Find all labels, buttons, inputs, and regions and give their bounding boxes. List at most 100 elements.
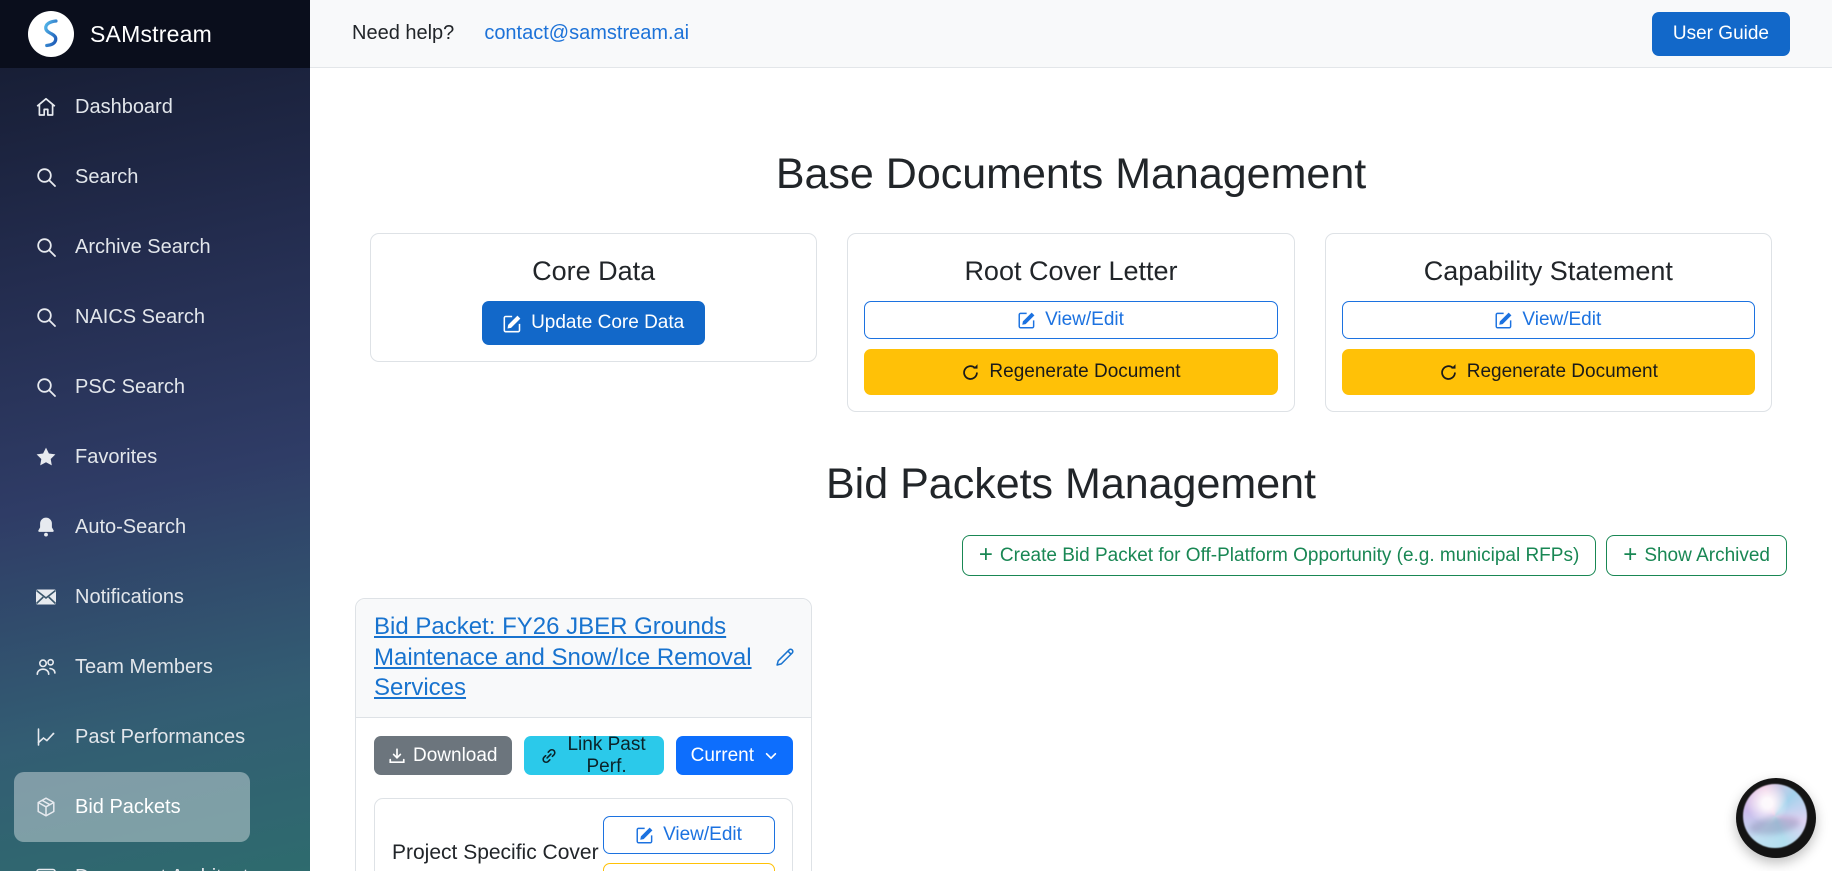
bid-packet-title-link[interactable]: Bid Packet: FY26 JBER Grounds Maintenace… — [374, 613, 752, 701]
samstream-s-swirl-icon — [34, 17, 68, 51]
core-data-card: Core Data Update Core Data — [370, 233, 817, 362]
chart-line-icon — [34, 725, 58, 749]
sidebar-header: SAMstream — [0, 0, 310, 68]
sidebar-item-label: Archive Search — [75, 236, 211, 259]
bid-packet-buttons: Download Link Past Perf. Current — [374, 736, 793, 775]
link-past-perf-button[interactable]: Link Past Perf. — [524, 736, 664, 775]
envelope-icon — [34, 585, 58, 609]
packet-document-row: Project Specific Cover Letter View/Edit — [374, 798, 793, 871]
view-edit-label: View/Edit — [663, 824, 742, 846]
root-cover-letter-title: Root Cover Letter — [864, 256, 1277, 287]
update-core-data-label: Update Core Data — [531, 312, 684, 334]
plus-icon: + — [1623, 543, 1637, 567]
sidebar-item-document-architect[interactable]: Document Architect — [14, 842, 250, 871]
document-buttons: View/Edit — [603, 816, 775, 871]
window-icon — [34, 865, 58, 871]
topbar: Need help? contact@samstream.ai User Gui… — [310, 0, 1832, 68]
plus-icon: + — [979, 543, 993, 567]
sidebar-item-archive-search[interactable]: Archive Search — [14, 212, 250, 282]
sidebar-item-dashboard[interactable]: Dashboard — [14, 72, 250, 142]
sidebar-item-label: Past Performances — [75, 726, 245, 749]
core-data-title: Core Data — [387, 256, 800, 287]
sidebar-item-search[interactable]: Search — [14, 142, 250, 212]
edit-title-pencil-icon[interactable] — [773, 646, 797, 670]
capability-statement-title: Capability Statement — [1342, 256, 1755, 287]
sidebar-nav: Dashboard Search Archive Search NAICS Se… — [0, 68, 310, 871]
link-icon — [540, 747, 558, 765]
bell-icon — [34, 515, 58, 539]
sidebar-item-label: Dashboard — [75, 96, 173, 119]
capability-statement-view-edit-button[interactable]: View/Edit — [1342, 301, 1755, 339]
sidebar-item-team-members[interactable]: Team Members — [14, 632, 250, 702]
sidebar: SAMstream Dashboard Search Archive Searc… — [0, 0, 310, 871]
right-column: Need help? contact@samstream.ai User Gui… — [310, 0, 1832, 871]
download-icon — [388, 747, 406, 765]
sidebar-item-label: Document Architect — [75, 866, 248, 871]
home-icon — [34, 95, 58, 119]
link-past-perf-label: Link Past Perf. — [566, 734, 648, 778]
view-edit-label: View/Edit — [1522, 309, 1601, 331]
sidebar-item-label: Search — [75, 166, 138, 189]
regenerate-label: Regenerate Document — [1467, 361, 1658, 383]
pencil-square-icon — [1018, 311, 1036, 329]
root-cover-letter-view-edit-button[interactable]: View/Edit — [864, 301, 1277, 339]
sidebar-item-label: NAICS Search — [75, 306, 205, 329]
sidebar-item-label: PSC Search — [75, 376, 185, 399]
bid-packet-header: Bid Packet: FY26 JBER Grounds Maintenace… — [356, 599, 811, 718]
pencil-square-icon — [1495, 311, 1513, 329]
sidebar-item-psc-search[interactable]: PSC Search — [14, 352, 250, 422]
sidebar-item-naics-search[interactable]: NAICS Search — [14, 282, 250, 352]
status-selected-label: Current — [691, 745, 754, 767]
assistant-widget-button[interactable] — [1736, 778, 1816, 858]
root-cover-letter-regenerate-button[interactable]: Regenerate Document — [864, 349, 1277, 395]
main-content: Base Documents Management Core Data Upda… — [310, 68, 1832, 871]
chevron-down-icon — [764, 749, 778, 763]
regenerate-label: Regenerate Document — [989, 361, 1180, 383]
download-label: Download — [413, 745, 498, 767]
need-help-text: Need help? — [352, 22, 454, 45]
capability-statement-card: Capability Statement View/Edit Regenerat… — [1325, 233, 1772, 412]
sidebar-item-label: Team Members — [75, 656, 213, 679]
sidebar-item-label: Auto-Search — [75, 516, 186, 539]
sidebar-item-favorites[interactable]: Favorites — [14, 422, 250, 492]
capability-statement-regenerate-button[interactable]: Regenerate Document — [1342, 349, 1755, 395]
root-cover-letter-card: Root Cover Letter View/Edit Regenerate D… — [847, 233, 1294, 412]
bid-packet-card: Bid Packet: FY26 JBER Grounds Maintenace… — [355, 598, 812, 871]
base-documents-title: Base Documents Management — [310, 150, 1832, 199]
user-guide-button[interactable]: User Guide — [1652, 12, 1790, 56]
sidebar-item-label: Notifications — [75, 586, 184, 609]
sidebar-item-label: Bid Packets — [75, 796, 181, 819]
status-dropdown[interactable]: Current — [676, 736, 793, 775]
refresh-icon — [1439, 363, 1458, 382]
pencil-square-icon — [503, 314, 522, 333]
search-icon — [34, 305, 58, 329]
view-edit-label: View/Edit — [1045, 309, 1124, 331]
pencil-square-icon — [636, 826, 654, 844]
sidebar-item-notifications[interactable]: Notifications — [14, 562, 250, 632]
update-core-data-button[interactable]: Update Core Data — [482, 301, 705, 345]
search-icon — [34, 235, 58, 259]
download-button[interactable]: Download — [374, 736, 512, 775]
create-bid-packet-button[interactable]: + Create Bid Packet for Off-Platform Opp… — [962, 535, 1596, 576]
star-icon — [34, 445, 58, 469]
sidebar-item-auto-search[interactable]: Auto-Search — [14, 492, 250, 562]
show-archived-button[interactable]: + Show Archived — [1606, 535, 1787, 576]
document-view-edit-button[interactable]: View/Edit — [603, 816, 775, 854]
swirl-orb-icon — [1743, 784, 1807, 848]
sidebar-item-label: Favorites — [75, 446, 157, 469]
samstream-logo[interactable] — [28, 11, 74, 57]
bid-packets-actions: + Create Bid Packet for Off-Platform Opp… — [310, 535, 1832, 576]
bid-packet-body: Download Link Past Perf. Current Project… — [356, 718, 811, 871]
document-regenerate-button[interactable] — [603, 863, 775, 871]
refresh-icon — [961, 363, 980, 382]
search-icon — [34, 375, 58, 399]
show-archived-label: Show Archived — [1644, 545, 1770, 567]
search-icon — [34, 165, 58, 189]
sidebar-item-bid-packets[interactable]: Bid Packets — [14, 772, 250, 842]
contact-email-link[interactable]: contact@samstream.ai — [484, 22, 689, 45]
bid-packets-title: Bid Packets Management — [310, 460, 1832, 509]
sidebar-item-past-performances[interactable]: Past Performances — [14, 702, 250, 772]
people-icon — [34, 655, 58, 679]
document-label: Project Specific Cover Letter — [392, 816, 603, 871]
base-documents-cards: Core Data Update Core Data Root Cover Le… — [310, 233, 1832, 412]
